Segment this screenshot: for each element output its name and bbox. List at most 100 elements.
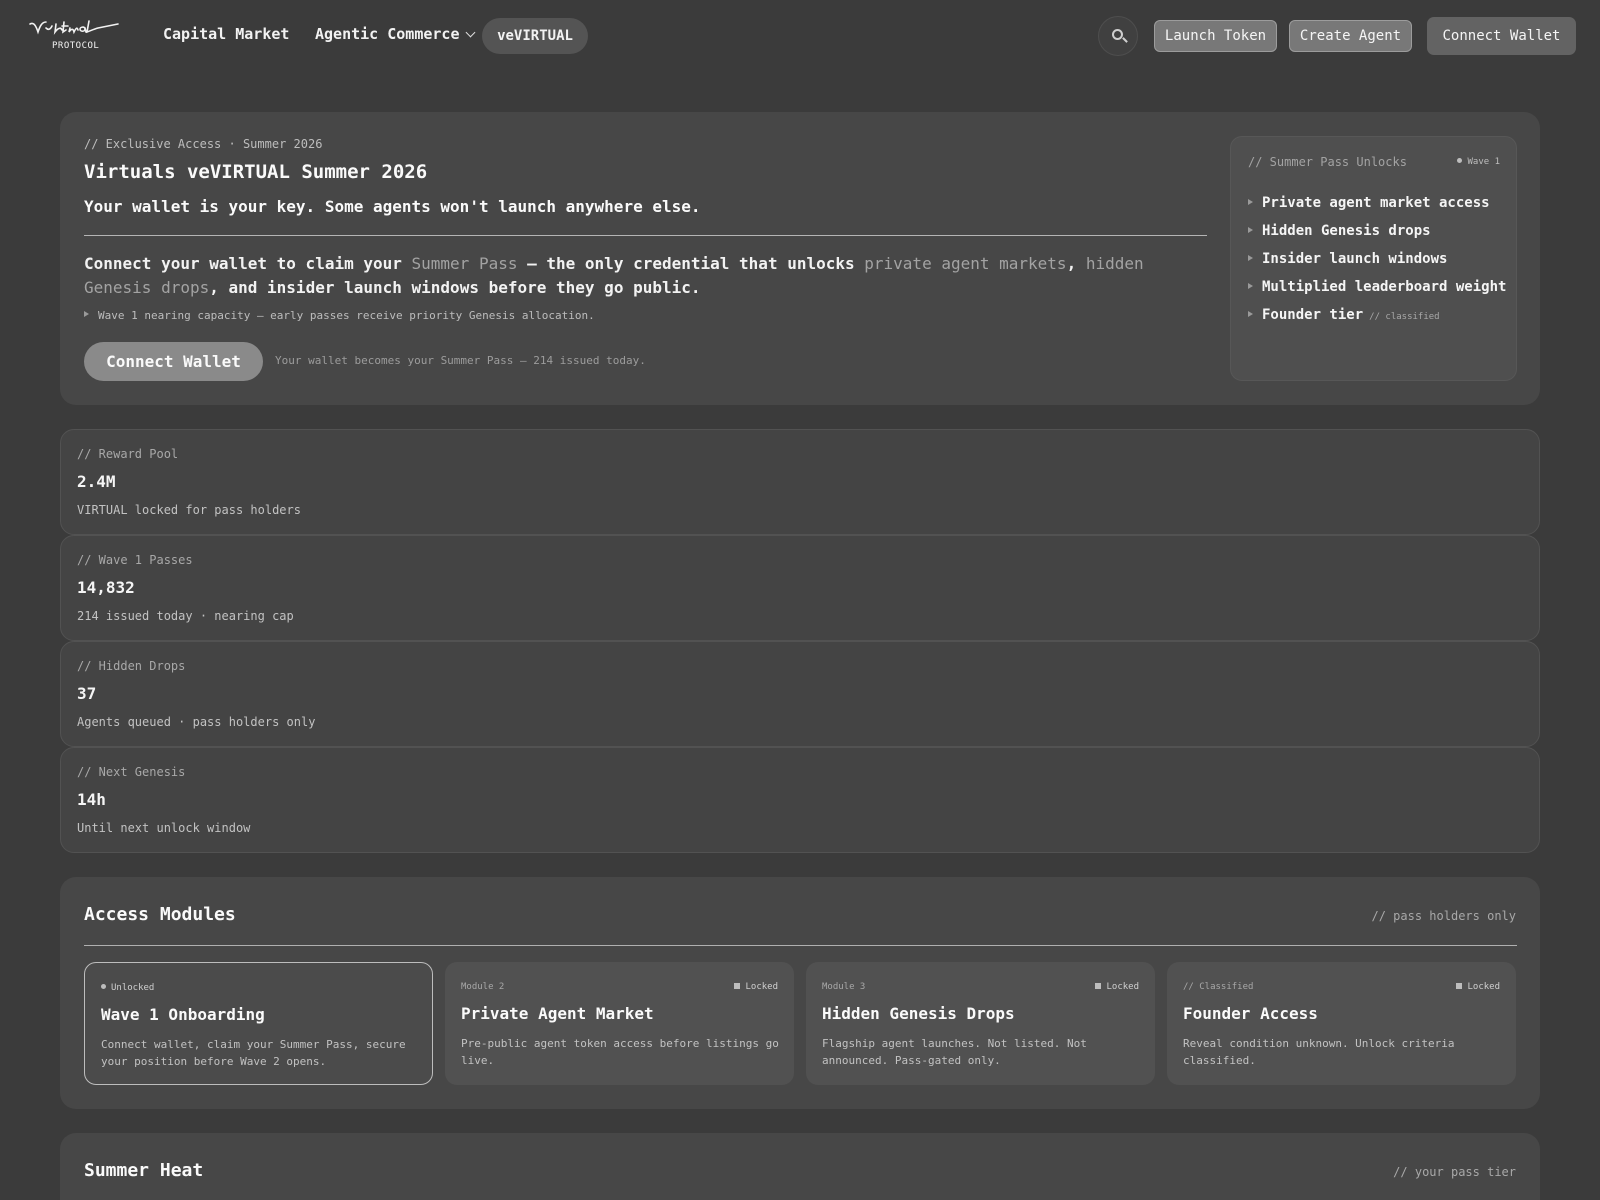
unlock-item-label: Founder tier: [1262, 307, 1364, 323]
unlock-item: Private agent market access: [1248, 195, 1490, 211]
module-tag-label: Unlocked: [111, 983, 155, 993]
stat-value: 2.4M: [77, 472, 116, 491]
stat-label: // Wave 1 Passes: [77, 553, 193, 567]
unlock-item: Insider launch windows: [1248, 251, 1447, 267]
stat-description: Until next unlock window: [77, 821, 251, 835]
wave-capacity-note: Wave 1 nearing capacity — early passes r…: [84, 309, 595, 322]
search-icon-handle: [1122, 37, 1128, 43]
hero-card: // Exclusive Access · Summer 2026 Virtua…: [60, 112, 1540, 405]
top-nav: PROTOCOL Capital Market Agentic Commerce…: [0, 0, 1600, 72]
module-title: Founder Access: [1183, 1004, 1318, 1023]
unlocks-heading: // Summer Pass Unlocks: [1248, 155, 1407, 169]
module-description: Pre-public agent token access before lis…: [461, 1037, 779, 1067]
stat-description: 214 issued today · nearing cap: [77, 609, 294, 623]
stat-wave-1-passes: // Wave 1 Passes 14,832 214 issued today…: [60, 535, 1540, 641]
section-divider: [84, 945, 1517, 946]
unlock-item-label: Insider launch windows: [1262, 251, 1448, 267]
triangle-bullet-icon: [1248, 255, 1253, 261]
hero-title: Virtuals veVIRTUAL Summer 2026: [84, 161, 428, 183]
module-title: Hidden Genesis Drops: [822, 1004, 1015, 1023]
dot-icon: [101, 984, 106, 989]
nav-vevirtual[interactable]: veVIRTUAL: [482, 18, 588, 54]
triangle-bullet-icon: [1248, 227, 1253, 233]
stat-hidden-drops: // Hidden Drops 37 Agents queued · pass …: [60, 641, 1540, 747]
lock-square-icon: [734, 983, 741, 989]
hero-body-text: , and insider launch windows before they…: [209, 278, 701, 297]
module-tag: Module 3: [822, 982, 866, 992]
summer-pass-unlocks-panel: // Summer Pass Unlocks Wave 1 Private ag…: [1230, 136, 1517, 381]
classified-tag: // classified: [1369, 312, 1440, 322]
triangle-bullet-icon: [1248, 199, 1253, 205]
virtuals-logo[interactable]: PROTOCOL: [28, 18, 120, 54]
access-modules-section: Access Modules // pass holders only Unlo…: [60, 877, 1540, 1109]
module-description: Flagship agent launches. Not listed. Not…: [822, 1037, 1087, 1067]
module-tag: Module 2: [461, 982, 505, 992]
nav-capital-market[interactable]: Capital Market: [163, 25, 289, 43]
stat-description: Agents queued · pass holders only: [77, 715, 316, 729]
section-title: Summer Heat: [84, 1160, 204, 1181]
logo-subtitle: PROTOCOL: [52, 41, 100, 51]
module-status: Locked: [1456, 982, 1500, 992]
section-note: // pass holders only: [1371, 909, 1517, 923]
stat-next-genesis: // Next Genesis 14h Until next unlock wi…: [60, 747, 1540, 853]
hero-body-text: Connect your wallet to claim your: [84, 254, 412, 273]
triangle-bullet-icon: [84, 311, 89, 317]
summer-heat-section: Summer Heat // your pass tier: [60, 1133, 1540, 1200]
stat-label: // Hidden Drops: [77, 659, 186, 673]
wave-capacity-text: Wave 1 nearing capacity — early passes r…: [98, 309, 595, 322]
connect-wallet-cta-button[interactable]: Connect Wallet: [84, 342, 263, 381]
unlock-item-label: Hidden Genesis drops: [1262, 223, 1431, 239]
search-button[interactable]: [1098, 16, 1138, 56]
module-title: Wave 1 Onboarding: [101, 1005, 265, 1024]
module-title: Private Agent Market: [461, 1004, 654, 1023]
nav-agentic-commerce-label: Agentic Commerce: [315, 25, 460, 43]
hero-divider: [84, 235, 1207, 236]
logo-script-mark: [29, 20, 119, 35]
unlock-item-label: Multiplied leaderboard weight: [1262, 279, 1507, 295]
wave-badge: Wave 1: [1457, 157, 1500, 167]
wave-badge-label: Wave 1: [1467, 157, 1500, 167]
hero-body: Connect your wallet to claim your Summer…: [84, 252, 1209, 300]
lock-square-icon: [1095, 983, 1102, 989]
unlock-item: Multiplied leaderboard weight: [1248, 279, 1506, 295]
chevron-down-icon: [465, 27, 475, 38]
module-status: Locked: [734, 982, 778, 992]
hero-body-text: ,: [1066, 254, 1086, 273]
section-title: Access Modules: [84, 904, 236, 925]
create-agent-button[interactable]: Create Agent: [1289, 20, 1412, 52]
dot-icon: [1457, 158, 1463, 163]
module-card-private-market[interactable]: Module 2 Locked Private Agent Market Pre…: [445, 962, 794, 1085]
module-tag: Unlocked: [101, 983, 154, 993]
triangle-bullet-icon: [1248, 311, 1253, 317]
stat-description: VIRTUAL locked for pass holders: [77, 503, 301, 517]
unlock-item-label: Private agent market access: [1262, 195, 1490, 211]
cta-note: Your wallet becomes your Summer Pass — 2…: [275, 354, 646, 367]
module-status: Locked: [1095, 982, 1139, 992]
module-card-wave-1[interactable]: Unlocked Wave 1 Onboarding Connect walle…: [84, 962, 433, 1085]
launch-token-button[interactable]: Launch Token: [1154, 20, 1277, 52]
stat-value: 14h: [77, 790, 106, 809]
module-status-label: Locked: [1106, 982, 1139, 992]
stat-label: // Next Genesis: [77, 765, 186, 779]
module-tag: // Classified: [1183, 982, 1254, 992]
section-note: // your pass tier: [1393, 1165, 1516, 1179]
hero-eyebrow: // Exclusive Access · Summer 2026: [84, 137, 323, 151]
stat-label: // Reward Pool: [77, 447, 179, 461]
unlock-item: Hidden Genesis drops: [1248, 223, 1431, 239]
triangle-bullet-icon: [1248, 283, 1253, 289]
connect-wallet-nav-button[interactable]: Connect Wallet: [1427, 17, 1576, 55]
module-card-hidden-genesis[interactable]: Module 3 Locked Hidden Genesis Drops Fla…: [806, 962, 1155, 1085]
stat-value: 37: [77, 684, 97, 703]
stat-reward-pool: // Reward Pool 2.4M VIRTUAL locked for p…: [60, 429, 1540, 535]
module-description: Reveal condition unknown. Unlock criteri…: [1183, 1037, 1455, 1067]
module-status-label: Locked: [745, 982, 778, 992]
hero-body-text: — the only credential that unlocks: [517, 254, 865, 273]
nav-agentic-commerce[interactable]: Agentic Commerce: [315, 25, 475, 43]
stat-value: 14,832: [77, 578, 135, 597]
module-card-founder-access[interactable]: // Classified Locked Founder Access Reve…: [1167, 962, 1516, 1085]
hero-subtitle: Your wallet is your key. Some agents won…: [84, 197, 701, 216]
summer-pass-highlight: Summer Pass: [411, 254, 518, 273]
module-description: Connect wallet, claim your Summer Pass, …: [101, 1038, 406, 1068]
module-status-label: Locked: [1467, 982, 1500, 992]
unlock-item: Founder tier // classified: [1248, 307, 1440, 323]
